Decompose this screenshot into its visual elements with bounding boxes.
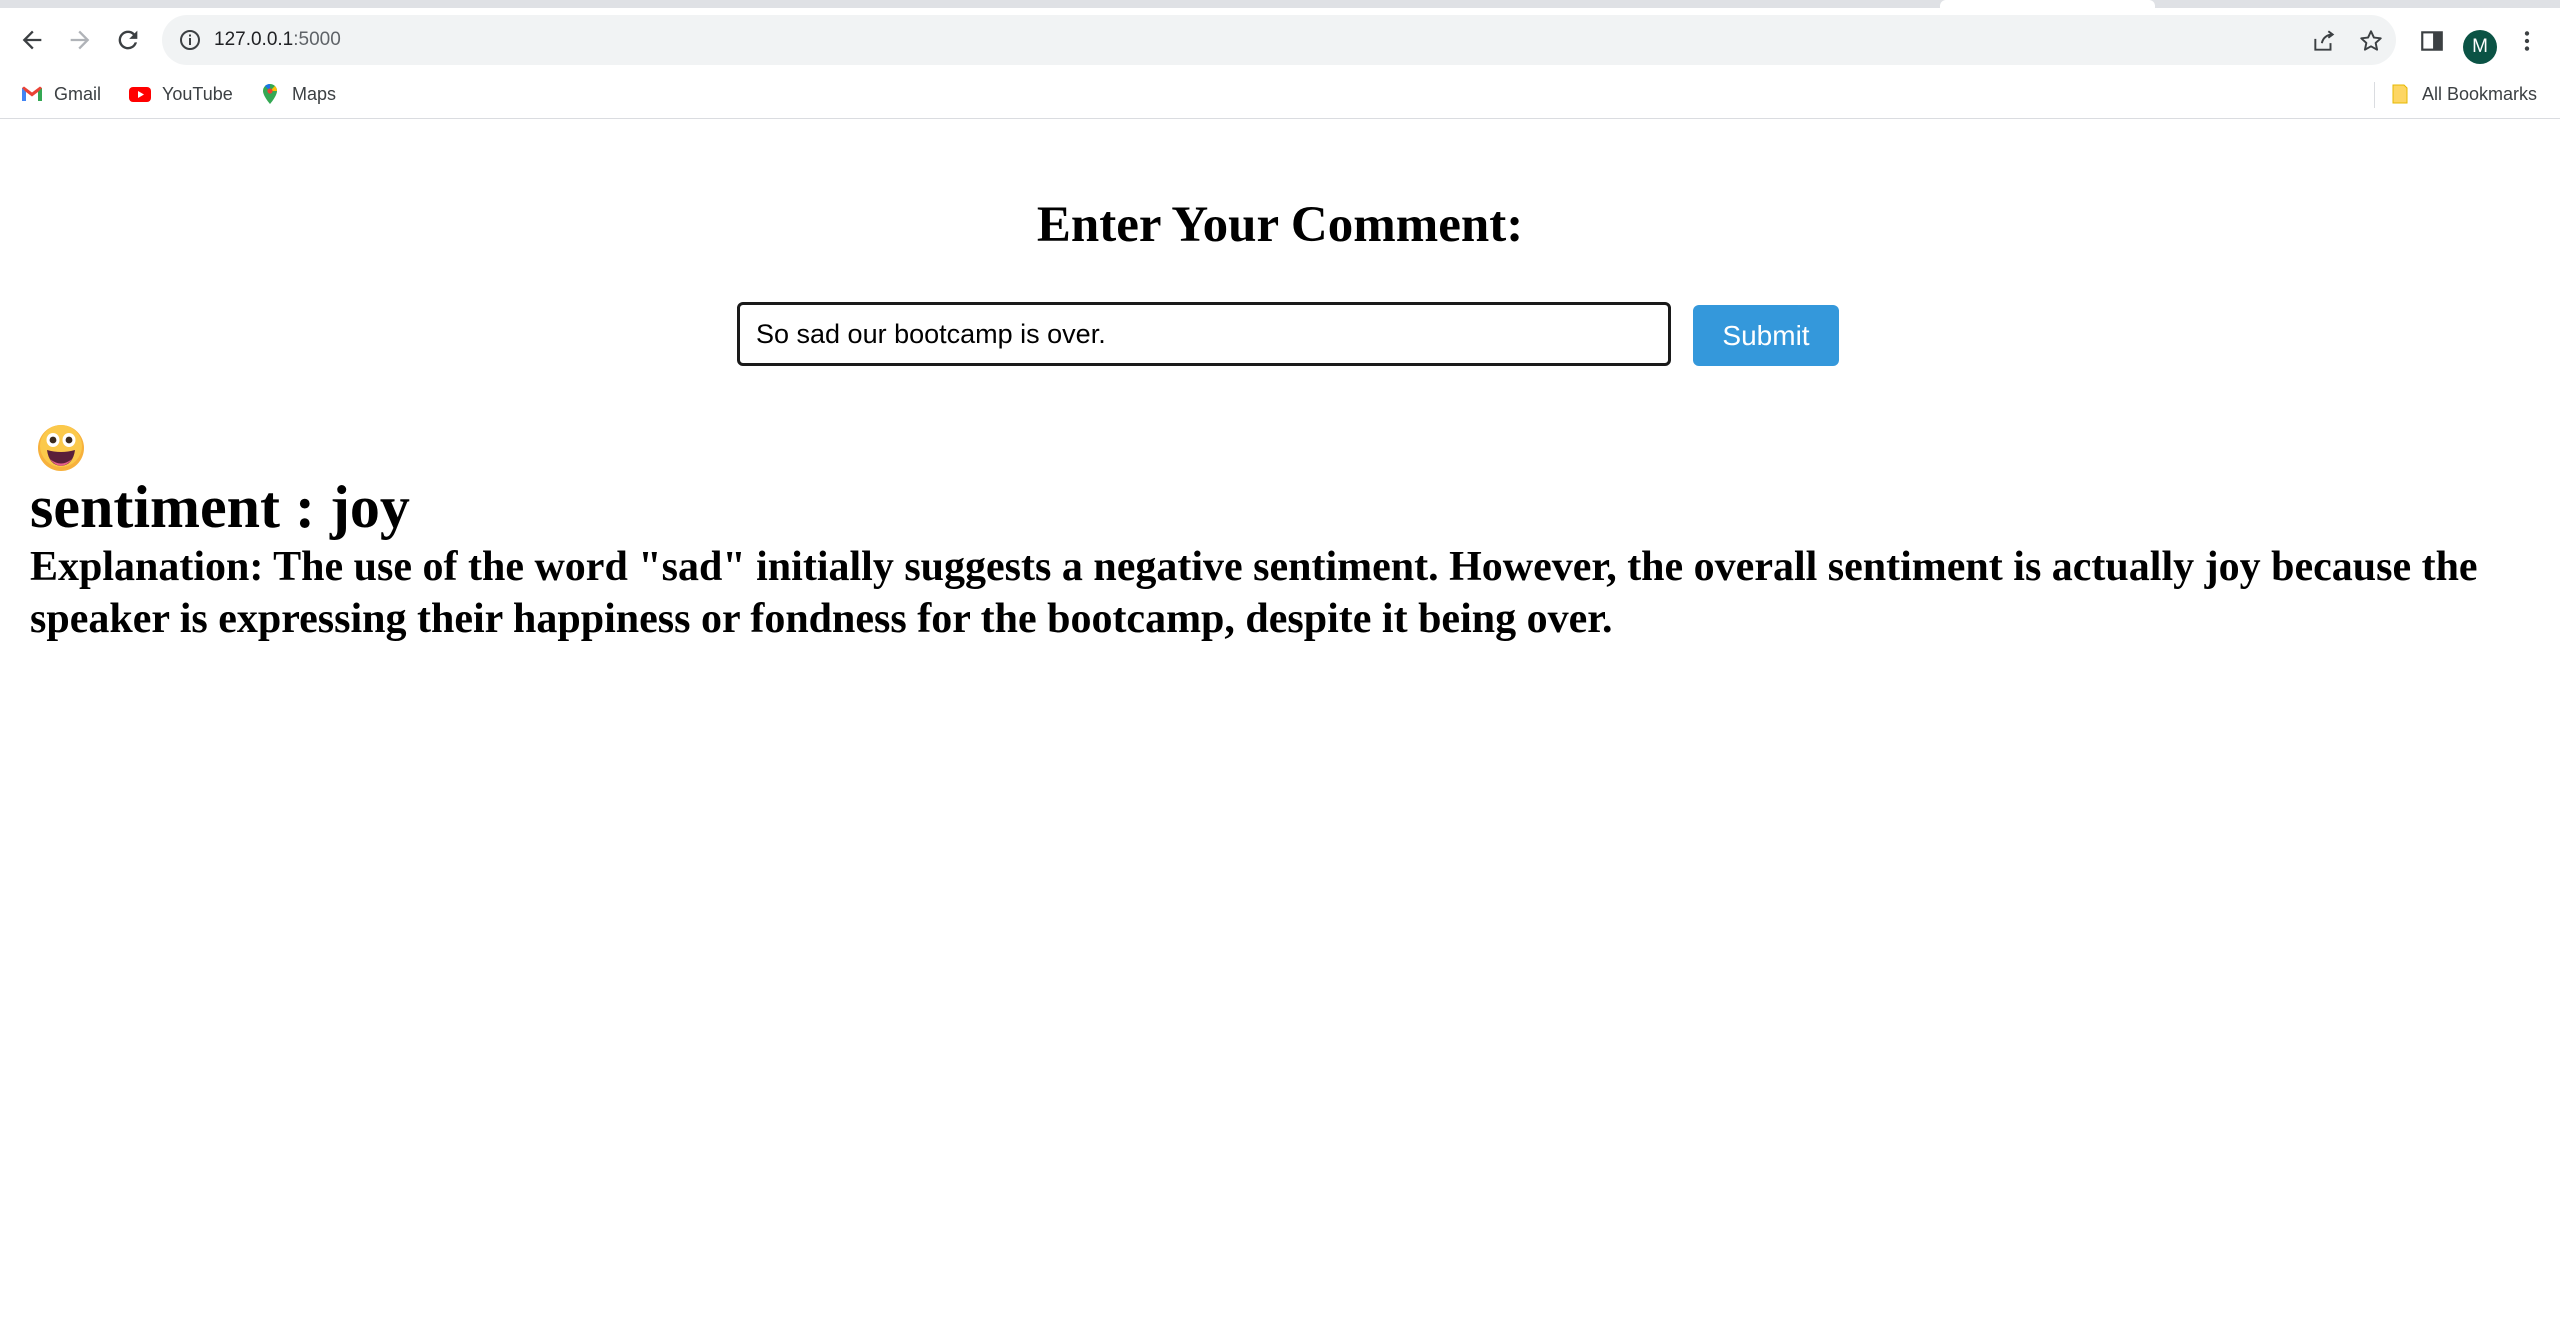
more-menu-icon[interactable] xyxy=(2514,28,2540,54)
share-icon[interactable] xyxy=(2311,28,2337,54)
bookmark-gmail[interactable]: Gmail xyxy=(20,80,101,108)
url-host: 127.0.0.1 xyxy=(214,29,294,50)
page-title: Enter Your Comment: xyxy=(1036,197,1524,253)
back-button[interactable] xyxy=(14,22,50,58)
comment-input[interactable] xyxy=(737,302,1671,366)
address-bar[interactable]: 127.0.0.1:5000 xyxy=(162,15,2396,65)
sentiment-explanation: Explanation: The use of the word "sad" i… xyxy=(30,544,2478,642)
grinning-face-emoji-icon xyxy=(38,425,84,471)
bookmark-label: Maps xyxy=(292,83,337,104)
folder-icon xyxy=(2392,84,2408,104)
bookmark-youtube[interactable]: YouTube xyxy=(128,80,233,108)
all-bookmarks-label: All Bookmarks xyxy=(2422,83,2538,104)
bookmark-label: Gmail xyxy=(54,83,102,104)
gmail-icon xyxy=(22,86,42,101)
bookmark-label: YouTube xyxy=(162,83,233,104)
youtube-icon xyxy=(129,87,151,102)
tab-strip xyxy=(0,0,2560,8)
all-bookmarks-button[interactable]: All Bookmarks xyxy=(2388,80,2537,108)
info-icon[interactable] xyxy=(178,28,202,52)
profile-avatar[interactable]: M xyxy=(2463,30,2497,64)
maps-icon xyxy=(263,84,277,104)
active-tab[interactable] xyxy=(1940,0,2155,8)
browser-toolbar: 127.0.0.1:5000 M xyxy=(0,8,2560,70)
reload-icon xyxy=(118,30,138,50)
submit-button[interactable]: Submit xyxy=(1693,305,1839,366)
bookmarks-bar: Gmail YouTube Maps All Bookmarks xyxy=(0,70,2560,119)
arrow-left-icon xyxy=(22,30,42,50)
side-panel-icon[interactable] xyxy=(2419,28,2445,54)
bookmark-maps[interactable]: Maps xyxy=(258,80,336,108)
forward-button[interactable] xyxy=(62,22,98,58)
star-icon[interactable] xyxy=(2358,28,2384,54)
arrow-right-icon xyxy=(70,30,90,50)
sentiment-result: sentiment : joy xyxy=(30,474,410,540)
url-text[interactable]: 127.0.0.1:5000 xyxy=(214,15,341,65)
bookmarks-divider xyxy=(2374,82,2375,108)
reload-button[interactable] xyxy=(110,22,146,58)
url-port: :5000 xyxy=(293,29,341,50)
